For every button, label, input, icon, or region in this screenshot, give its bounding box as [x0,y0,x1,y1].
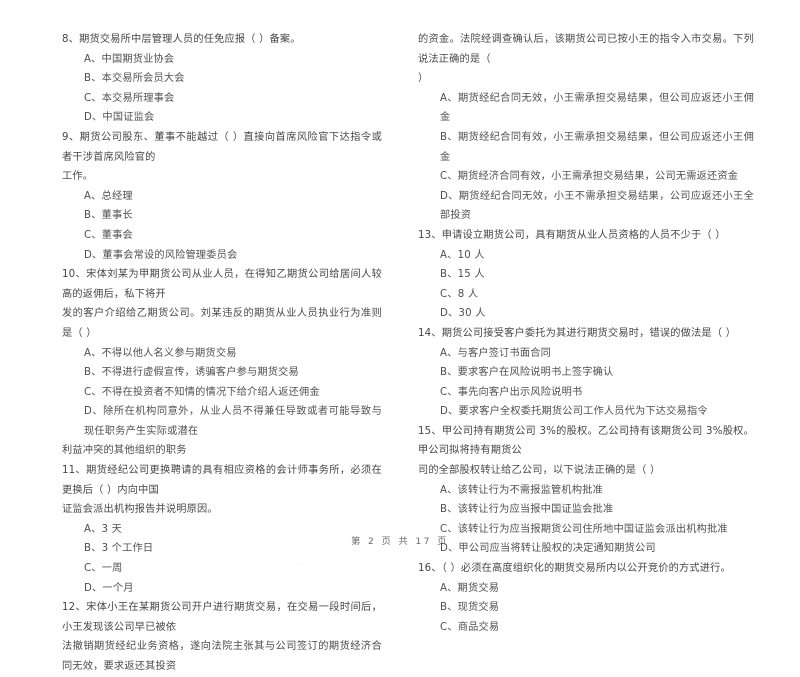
option-text: C、期货经济合同有效，小王需承担交易结果，公司无需返还资金 [440,171,739,183]
option-text: A、不得以他人名义参与期货交易 [84,347,237,359]
option-text: C、事先向客户出示风险说明书 [440,386,583,398]
question-text: 12、宋体小王在某期货公司开户进行期货交易，在交易一段时间后，小王发现该公司早已… [62,602,382,633]
option-text: D、除所在机构同意外，从业人员不得兼任导致或者可能导致与现任职务产生实际或潜在 [84,406,382,437]
option-text: B、本交易所会员大会 [84,73,185,85]
paragraph-continuation: 证监会派出机构报告并说明原因。 [62,504,218,516]
option-text: D、要求客户全权委托期货公司工作人员代为下达交易指令 [440,406,708,418]
question-text: 9、期货公司股东、董事不能越过（ ）直接向首席风险官下达指令或者干涉首席风险官的 [62,131,382,163]
option-text: C、商品交易 [440,621,500,633]
paragraph-continuation: 的资金。法院经调查确认后，该期货公司已按小王的指令入市交易。下列说法正确的是（ [418,34,754,65]
option-text: A、该转让行为不需报监管机构批准 [440,484,603,496]
paragraph-continuation: 法撤销期货经纪业务资格，遂向法院主张其与公司签订的期货经济合同无效，要求返还其投… [62,641,382,672]
option-text: A、与客户签订书面合同 [440,347,552,359]
question-text: 8、期货交易所中层管理人员的任免应报（ ）备案。 [62,34,301,45]
option-text: D、30 人 [440,308,486,320]
option-text: B、15 人 [440,269,485,281]
option-text: B、董事长 [84,210,133,222]
paragraph-continuation: ） [418,73,429,85]
paragraph-continuation: 发的客户介绍给乙期货公司。刘某违反的期货从业人员执业行为准则是（ ） [62,308,382,339]
option-text: A、总经理 [84,190,133,202]
question-text: 11、期货经纪公司更换聘请的具有相应资格的会计师事务所，必须在更换后（ ）内向中… [62,465,382,496]
option-text: C、董事会 [84,229,133,241]
option-text: D、一个月 [84,582,134,594]
question-text: 16、（ ）必须在高度组织化的期货交易所内以公开竞价的方式进行。 [418,563,731,575]
option-text: A、期货经纪合同无效，小王需承担交易结果，但公司应返还小王佣金 [440,92,754,124]
option-text: C、8 人 [440,288,479,300]
paragraph-continuation: 司的全部股权转让给乙公司，以下说法正确的是（ ） [418,465,661,477]
paragraph-continuation: 利益冲突的其他组织的职务 [62,445,187,457]
option-text: B、该转让行为应当报中国证监会批准 [440,504,614,516]
option-text: D、期货经纪合同无效，小王不需承担交易结果，公司应返还小王全部投资 [440,190,754,222]
option-text: C、一周 [84,563,123,575]
paragraph-continuation: 工作。 [62,171,94,183]
option-text: C、本交易所理事会 [84,92,175,104]
two-column-body: 8、期货交易所中层管理人员的任免应报（ ）备案。 A、中国期货业协会 B、本交易所会… [0,0,800,672]
option-text: D、董事会常设的风险管理委员会 [84,249,238,261]
page-footer: 第 2 页 共 17 页 [351,536,449,547]
option-text: A、10 人 [440,249,485,261]
question-text: 15、甲公司持有期货公司 3%的股权。乙公司持有该期货公司 3%股权。甲公司拟将… [418,425,754,457]
question-text: 10、宋体刘某为甲期货公司从业人员，在得知乙期货公司给居间人较高的返佣后，私下将… [62,269,382,300]
option-text: D、中国证监会 [84,112,155,124]
option-text: B、期货经纪合同有效，小王需承担交易结果，但公司应返还小王佣金 [440,131,754,163]
question-text: 13、申请设立期货公司，具有期货从业人员资格的人员不少于（ ） [418,229,726,241]
option-text: B、要求客户在风险说明书上签字确认 [440,367,614,379]
question-text: 14、期货公司接受客户委托为其进行期货交易时，错误的做法是（ ） [418,327,737,339]
option-text: A、中国期货业协会 [84,53,175,65]
scanned-document-page: 8、期货交易所中层管理人员的任免应报（ ）备案。 A、中国期货业协会 B、本交易所会… [0,0,800,672]
right-text-column: 的资金。法院经调查确认后，该期货公司已按小王的指令入市交易。下列说法正确的是（ ）… [400,0,800,633]
option-text: A、期货交易 [440,582,500,594]
option-text: B、不得进行虚假宣传，诱骗客户参与期货交易 [84,367,299,379]
option-text: B、现货交易 [440,602,500,614]
option-text: C、不得在投资者不知情的情况下给介绍人返还佣金 [84,386,320,398]
left-text-column: 8、期货交易所中层管理人员的任免应报（ ）备案。 A、中国期货业协会 B、本交易所会… [0,0,400,672]
